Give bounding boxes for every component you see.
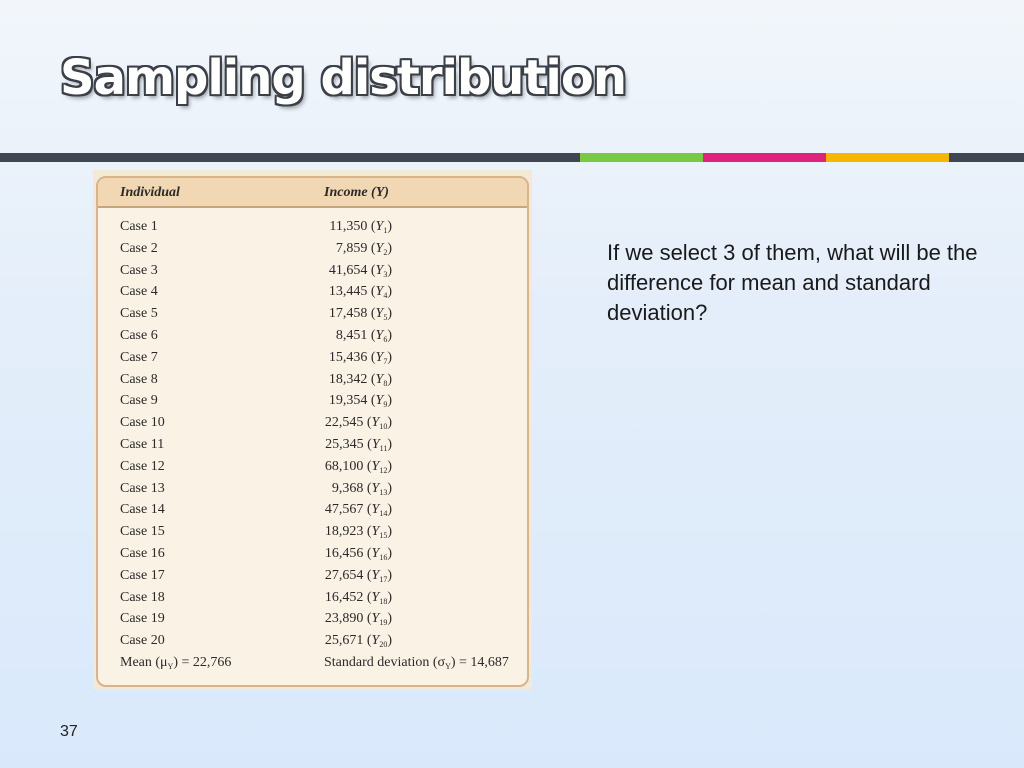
case-label: Case 2 [120,240,158,256]
case-label: Case 20 [120,633,165,649]
page-number: 37 [60,723,78,740]
divider-segment-dark [0,153,580,162]
table-row: Case 3 41,654 (Y3) [98,260,527,282]
divider-segment-green [580,153,703,162]
income-value: 18,923 (Y15) [324,524,392,541]
mean-summary: Mean (μY) = 22,766 [120,654,232,671]
table-row: Case 10 22,545 (Y10) [98,412,527,434]
income-value: 19,354 (Y9) [328,393,392,410]
case-label: Case 16 [120,545,165,561]
table-body: Case 1 11,350 (Y1) Case 2 7,859 (Y2) Case 3 4… [98,208,527,652]
income-value: 25,671 (Y20) [324,633,392,650]
case-label: Case 5 [120,306,158,322]
income-value: 16,456 (Y16) [324,545,392,562]
case-label: Case 4 [120,284,158,300]
slide-title: Sampling distribution [60,50,627,106]
income-value: 41,654 (Y3) [328,262,392,279]
income-value: 22,545 (Y10) [324,415,392,432]
case-label: Case 14 [120,502,165,518]
income-value: 25,345 (Y11) [325,436,392,453]
income-value: 7,859 (Y2) [335,240,392,257]
divider-segment-gold [826,153,949,162]
table-row: Case 15 18,923 (Y15) [98,521,527,543]
divider-segment-dark-end [949,153,1024,162]
table-row: Case 17 27,654 (Y17) [98,565,527,587]
case-label: Case 19 [120,611,165,627]
table-row: Case 8 18,342 (Y8) [98,369,527,391]
income-value: 8,451 (Y6) [335,327,392,344]
case-label: Case 15 [120,524,165,540]
table-row: Case 6 8,451 (Y6) [98,325,527,347]
income-value: 15,436 (Y7) [328,349,392,366]
case-label: Case 12 [120,458,165,474]
table-summary-row: Mean (μY) = 22,766 Standard deviation (σ… [98,652,527,674]
income-value: 18,342 (Y8) [328,371,392,388]
case-label: Case 3 [120,262,158,278]
income-value: 68,100 (Y12) [324,458,392,475]
divider-segment-pink [703,153,826,162]
table-row: Case 5 17,458 (Y5) [98,303,527,325]
income-value: 16,452 (Y18) [324,589,392,606]
case-label: Case 10 [120,415,165,431]
income-value: 27,654 (Y17) [324,567,392,584]
table-row: Case 18 16,452 (Y18) [98,587,527,609]
header-individual: Individual [120,185,180,200]
income-table-image: Individual Income (Y) Case 1 11,350 (Y1) C… [93,170,532,689]
table-row: Case 2 7,859 (Y2) [98,238,527,260]
table-row: Case 16 16,456 (Y16) [98,543,527,565]
income-value: 11,350 (Y1) [329,219,392,235]
case-label: Case 11 [120,436,165,452]
table-row: Case 9 19,354 (Y9) [98,390,527,412]
table-row: Case 4 13,445 (Y4) [98,281,527,303]
title-divider [0,153,1024,162]
income-value: 13,445 (Y4) [328,284,392,301]
table-row: Case 11 25,345 (Y11) [98,434,527,456]
table-row: Case 1 11,350 (Y1) [98,216,527,238]
case-label: Case 13 [120,480,165,496]
income-value: 17,458 (Y5) [328,306,392,323]
income-value: 9,368 (Y13) [331,480,392,497]
income-value: 23,890 (Y19) [324,611,392,628]
case-label: Case 9 [120,393,158,409]
table-row: Case 14 47,567 (Y14) [98,499,527,521]
case-label: Case 6 [120,327,158,343]
table-row: Case 12 68,100 (Y12) [98,456,527,478]
income-value: 47,567 (Y14) [324,502,392,519]
case-label: Case 1 [120,219,158,234]
table-row: Case 13 9,368 (Y13) [98,478,527,500]
case-label: Case 17 [120,567,165,583]
question-text: If we select 3 of them, what will be the… [607,240,978,325]
case-label: Case 7 [120,349,158,365]
table-row: Case 20 25,671 (Y20) [98,630,527,652]
income-table: Individual Income (Y) Case 1 11,350 (Y1) C… [96,176,529,687]
case-label: Case 18 [120,589,165,605]
header-income: Income (Y) [324,185,389,200]
table-row: Case 7 15,436 (Y7) [98,347,527,369]
table-row: Case 19 23,890 (Y19) [98,608,527,630]
case-label: Case 8 [120,371,158,387]
sd-summary: Standard deviation (σY) = 14,687 [324,654,509,671]
table-header: Individual Income (Y) [98,178,527,208]
